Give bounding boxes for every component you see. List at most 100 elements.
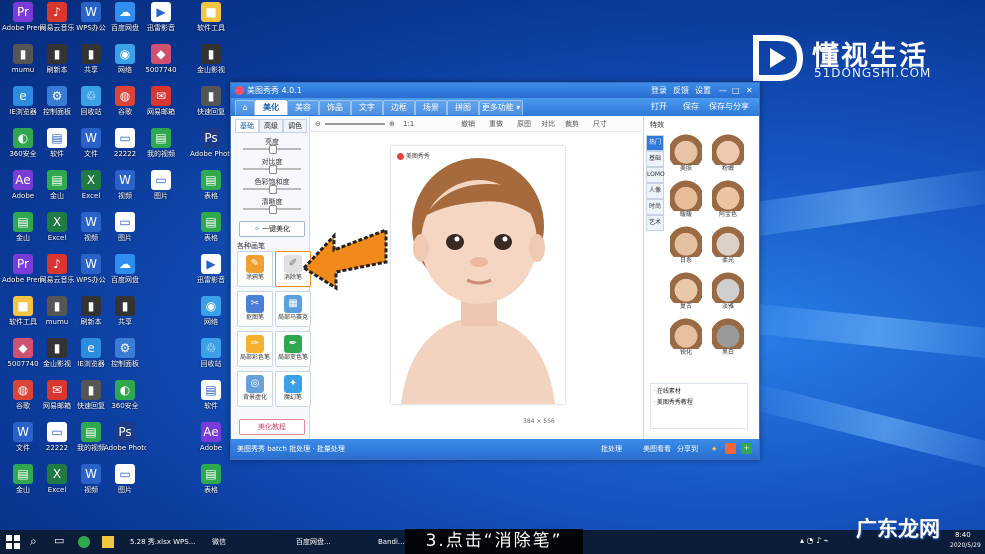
effect-thumbnail[interactable]: 复古 bbox=[668, 271, 704, 311]
brush-button[interactable]: ◎ 背景虚化 bbox=[237, 371, 273, 407]
tab-frame[interactable]: 边框 bbox=[383, 100, 415, 115]
tab-more[interactable]: 更多功能 ▾ bbox=[479, 100, 523, 115]
tab-scene[interactable]: 场景 bbox=[415, 100, 447, 115]
start-button[interactable] bbox=[6, 535, 20, 549]
toolbar-action[interactable]: 重做 bbox=[489, 117, 503, 131]
effect-thumbnail[interactable]: 粉嫩 bbox=[710, 133, 746, 173]
brush-button[interactable]: ✂ 抠图笔 bbox=[237, 291, 273, 327]
home-tab[interactable]: ⌂ bbox=[235, 100, 255, 115]
brush-button[interactable]: ✎ 涂鸦笔 bbox=[237, 251, 273, 287]
effect-thumbnail[interactable]: 锐化 bbox=[668, 317, 704, 357]
effect-thumbnail[interactable]: 日系 bbox=[668, 225, 704, 265]
app-store-icon[interactable] bbox=[725, 443, 736, 454]
effect-category-tab[interactable]: LOMO bbox=[646, 167, 665, 183]
slider-knob[interactable] bbox=[269, 205, 277, 214]
adjust-slider[interactable]: 色彩饱和度 bbox=[239, 177, 305, 194]
desktop-icon[interactable]: ▶ 迅雷影音 bbox=[190, 254, 232, 284]
taskbar-item-wps[interactable]: 5.28 秀.xlsx WPS... bbox=[130, 533, 202, 551]
desktop-icon[interactable]: ⚙ 控制面板 bbox=[104, 338, 146, 368]
desktop-icon[interactable]: ▭ 图片 bbox=[140, 170, 182, 200]
desktop-icon[interactable]: ✉ 网易邮箱 bbox=[140, 86, 182, 116]
zoom-in-icon[interactable]: ⊕ bbox=[389, 117, 395, 131]
desktop-icon[interactable]: ▮ 共享 bbox=[104, 296, 146, 326]
desktop-icon[interactable]: ▤ 软件 bbox=[190, 380, 232, 410]
open-button[interactable]: 打开 bbox=[651, 101, 667, 112]
toolbar-action[interactable]: 尺寸 bbox=[593, 117, 607, 131]
taskbar-item-bandicam[interactable]: Bandi... bbox=[378, 533, 404, 551]
toolbar-action[interactable]: 裁剪 bbox=[565, 117, 579, 131]
effect-thumbnail[interactable]: 暖暖 bbox=[668, 179, 704, 219]
task-view-icon[interactable]: ▭ bbox=[54, 534, 64, 547]
status-share[interactable]: 分享到 bbox=[677, 439, 698, 459]
desktop-icon[interactable]: ▤ 表格 bbox=[190, 464, 232, 494]
slider-knob[interactable] bbox=[269, 145, 277, 154]
desktop-icon[interactable]: ▤ 表格 bbox=[190, 212, 232, 242]
status-viewer[interactable]: 美图看看 bbox=[643, 439, 671, 459]
resource-online[interactable]: · 在线素材 bbox=[653, 386, 745, 397]
desktop-icon[interactable]: ◐ 360安全 bbox=[104, 380, 146, 410]
desktop-icon[interactable]: Ps Adobe Photoshop bbox=[104, 422, 146, 452]
resource-tutorial[interactable]: · 美图秀秀教程 bbox=[653, 397, 745, 408]
desktop-icon[interactable]: ♲ 回收站 bbox=[190, 338, 232, 368]
adjust-slider[interactable]: 亮度 bbox=[239, 137, 305, 154]
zoom-ratio[interactable]: 1:1 bbox=[403, 117, 414, 131]
brush-button[interactable]: ✒ 局部变色笔 bbox=[275, 331, 311, 367]
save-share-button[interactable]: 保存与分享 bbox=[709, 101, 749, 112]
effect-category-tab[interactable]: 基础 bbox=[646, 151, 664, 167]
desktop-icon[interactable]: Ps Adobe Photoshop bbox=[190, 128, 232, 158]
search-icon[interactable]: ⌕ bbox=[30, 534, 37, 549]
taskbar-app-icon[interactable] bbox=[78, 536, 90, 548]
beautify-tutorial-button[interactable]: 美化教程 bbox=[239, 419, 305, 435]
desktop-icon[interactable]: ▶ 迅雷影音 bbox=[140, 2, 182, 32]
effect-thumbnail[interactable]: 阿宝色 bbox=[710, 179, 746, 219]
tab-beautify[interactable]: 美化 bbox=[255, 100, 287, 115]
desktop-icon[interactable]: ◆ 5007740 bbox=[140, 44, 182, 74]
favorite-icon[interactable]: ★ bbox=[711, 439, 717, 459]
toolbar-action[interactable]: 对比 bbox=[541, 117, 555, 131]
effect-category-tab[interactable]: 艺术 bbox=[646, 215, 664, 231]
toolbar-action[interactable]: 原图 bbox=[517, 117, 531, 131]
subtab-tone[interactable]: 调色 bbox=[283, 119, 307, 133]
desktop-icon[interactable]: ▭ 图片 bbox=[104, 464, 146, 494]
tab-beauty[interactable]: 美容 bbox=[287, 100, 319, 115]
zoom-slider[interactable] bbox=[325, 123, 385, 125]
effect-thumbnail[interactable]: 淡雅 bbox=[710, 271, 746, 311]
effect-thumbnail[interactable]: 黑白 bbox=[710, 317, 746, 357]
effect-category-tab[interactable]: 人像 bbox=[646, 183, 664, 199]
taskbar-item-baidu[interactable]: 百度网盘... bbox=[296, 533, 366, 551]
brush-button[interactable]: ✦ 魔幻笔 bbox=[275, 371, 311, 407]
effect-thumbnail[interactable]: 美肤 bbox=[668, 133, 704, 173]
tab-text[interactable]: 文字 bbox=[351, 100, 383, 115]
subtab-basic[interactable]: 基础 bbox=[235, 119, 259, 133]
effect-thumbnail[interactable]: 柔光 bbox=[710, 225, 746, 265]
slider-knob[interactable] bbox=[269, 185, 277, 194]
save-button[interactable]: 保存 bbox=[683, 101, 699, 112]
desktop-icon[interactable]: ■ 软件工具 bbox=[190, 2, 232, 32]
tab-collage[interactable]: 拼图 bbox=[447, 100, 479, 115]
top-link-feedback[interactable]: 反馈 bbox=[673, 83, 689, 98]
add-icon[interactable]: + bbox=[741, 443, 752, 454]
top-link-settings[interactable]: 设置 bbox=[695, 83, 711, 98]
effect-category-tab[interactable]: 热门 bbox=[646, 135, 664, 151]
batch-promo[interactable]: 美图秀秀 batch 批处理 · 批量处理 bbox=[237, 439, 345, 459]
desktop-icon[interactable]: ▮ 金山影视 bbox=[190, 44, 232, 74]
clock-date[interactable]: 2020/5/29 bbox=[950, 542, 981, 549]
slider-knob[interactable] bbox=[269, 165, 277, 174]
minimize-button[interactable]: — bbox=[719, 83, 727, 98]
desktop-icon[interactable]: ☁ 百度网盘 bbox=[104, 254, 146, 284]
adjust-slider[interactable]: 对比度 bbox=[239, 157, 305, 174]
zoom-out-icon[interactable]: ⊖ bbox=[315, 117, 321, 131]
brush-button[interactable]: ✑ 局部彩色笔 bbox=[237, 331, 273, 367]
adjust-slider[interactable]: 清晰度 bbox=[239, 197, 305, 214]
clock-time[interactable]: 8:40 bbox=[955, 531, 971, 539]
taskbar-item-wechat[interactable]: 微信 bbox=[212, 533, 252, 551]
one-click-beautify-button[interactable]: ✧ 一键美化 bbox=[239, 221, 305, 237]
taskbar-app-icon[interactable] bbox=[102, 536, 114, 548]
close-button[interactable]: ✕ bbox=[746, 83, 753, 98]
tab-ornament[interactable]: 饰品 bbox=[319, 100, 351, 115]
desktop-icon[interactable]: ▤ 我的视频 bbox=[140, 128, 182, 158]
brush-button[interactable]: ▦ 局部马赛克 bbox=[275, 291, 311, 327]
toolbar-action[interactable]: 撤销 bbox=[461, 117, 475, 131]
desktop-icon[interactable]: Ae Adobe bbox=[190, 422, 232, 452]
desktop-icon[interactable]: ▭ 图片 bbox=[104, 212, 146, 242]
